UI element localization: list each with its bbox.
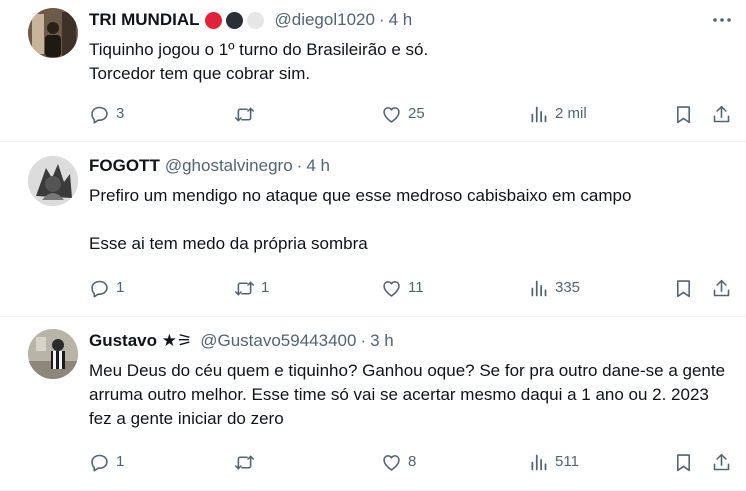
views-count: 2 mil: [555, 105, 587, 122]
tweet-actions: 3 25 2 mil: [89, 100, 736, 128]
retweet-icon: [234, 281, 255, 295]
reply-button[interactable]: 1: [89, 274, 124, 302]
like-count: 11: [408, 279, 424, 296]
display-name[interactable]: Gustavo ★⚞: [89, 331, 192, 351]
like-button[interactable]: 11: [381, 274, 424, 302]
red-circle-icon: [205, 11, 223, 29]
display-name[interactable]: FOGOTT: [89, 156, 160, 176]
tweet[interactable]: TRI MUNDIAL @diegol1020 · 4 h Tiquinho j…: [0, 0, 746, 142]
reply-icon: [91, 280, 108, 298]
heart-icon: [383, 280, 400, 297]
avatar[interactable]: [28, 329, 78, 379]
reply-count: 3: [116, 105, 125, 122]
heart-icon: [383, 106, 400, 123]
reply-count: 1: [116, 453, 125, 470]
retweet-button[interactable]: 1: [234, 274, 269, 302]
retweet-icon: [234, 455, 255, 469]
timestamp[interactable]: 4 h: [306, 156, 330, 176]
views-button[interactable]: 335: [528, 274, 580, 302]
more-icon[interactable]: [710, 8, 734, 32]
retweet-button[interactable]: [234, 448, 261, 476]
bookmark-button[interactable]: [673, 448, 700, 476]
emoji-badges: [205, 11, 268, 29]
avatar[interactable]: [28, 156, 78, 206]
handle[interactable]: @Gustavo59443400: [200, 331, 356, 351]
like-button[interactable]: 8: [381, 448, 416, 476]
reply-icon: [91, 454, 108, 472]
tweet[interactable]: FOGOTT @ghostalvinegro · 4 h Prefiro um …: [0, 142, 746, 317]
views-icon: [531, 454, 547, 470]
views-icon: [531, 280, 547, 296]
separator-dot: ·: [296, 156, 303, 175]
bookmark-icon: [677, 105, 690, 123]
views-button[interactable]: 2 mil: [528, 100, 587, 128]
share-button[interactable]: [711, 100, 738, 128]
bookmark-button[interactable]: [673, 274, 700, 302]
views-button[interactable]: 511: [528, 448, 579, 476]
reply-icon: [91, 106, 108, 124]
display-name[interactable]: TRI MUNDIAL: [89, 10, 199, 30]
retweet-button[interactable]: [234, 100, 261, 128]
views-count: 335: [555, 279, 581, 296]
tweet-text: Tiquinho jogou o 1º turno do Brasileirão…: [89, 40, 429, 83]
like-button[interactable]: 25: [381, 100, 425, 128]
reply-count: 1: [116, 279, 125, 296]
views-icon: [531, 106, 547, 122]
tweet-header: TRI MUNDIAL @diegol1020 · 4 h: [89, 8, 734, 32]
tweet-text: Meu Deus do céu quem e tiquinho? Ganhou …: [89, 361, 730, 428]
tweet-header: FOGOTT @ghostalvinegro · 4 h: [89, 154, 734, 178]
bookmark-button[interactable]: [673, 100, 700, 128]
views-count: 511: [555, 453, 579, 470]
share-icon: [713, 279, 730, 296]
share-icon: [713, 105, 730, 122]
tweet[interactable]: Gustavo ★⚞ @Gustavo59443400 · 3 h Meu De…: [0, 317, 746, 491]
tweet-feed: TRI MUNDIAL @diegol1020 · 4 h Tiquinho j…: [0, 0, 746, 491]
reply-button[interactable]: 1: [89, 448, 124, 476]
separator-dot: ·: [378, 10, 385, 29]
timestamp[interactable]: 4 h: [389, 10, 413, 30]
like-count: 25: [408, 105, 425, 122]
handle[interactable]: @diegol1020: [274, 10, 374, 30]
heart-icon: [383, 454, 400, 471]
tweet-text: Prefiro um mendigo no ataque que esse me…: [89, 186, 632, 253]
timestamp[interactable]: 3 h: [370, 331, 394, 351]
tweet-actions: 1 8 511: [89, 448, 736, 476]
retweet-count: 1: [261, 279, 270, 296]
bookmark-icon: [677, 279, 690, 297]
tweet-header: Gustavo ★⚞ @Gustavo59443400 · 3 h: [89, 329, 734, 353]
handle[interactable]: @ghostalvinegro: [165, 156, 293, 176]
tweet-actions: 1 1 11 335: [89, 274, 736, 302]
share-button[interactable]: [711, 448, 738, 476]
share-button[interactable]: [711, 274, 738, 302]
reply-button[interactable]: 3: [89, 100, 124, 128]
share-icon: [713, 453, 730, 470]
retweet-icon: [234, 107, 255, 121]
bookmark-icon: [677, 453, 690, 471]
like-count: 8: [408, 453, 417, 470]
avatar[interactable]: [28, 8, 78, 58]
white-circle-icon: [247, 11, 265, 29]
black-circle-icon: [226, 11, 244, 29]
separator-dot: ·: [360, 331, 367, 350]
